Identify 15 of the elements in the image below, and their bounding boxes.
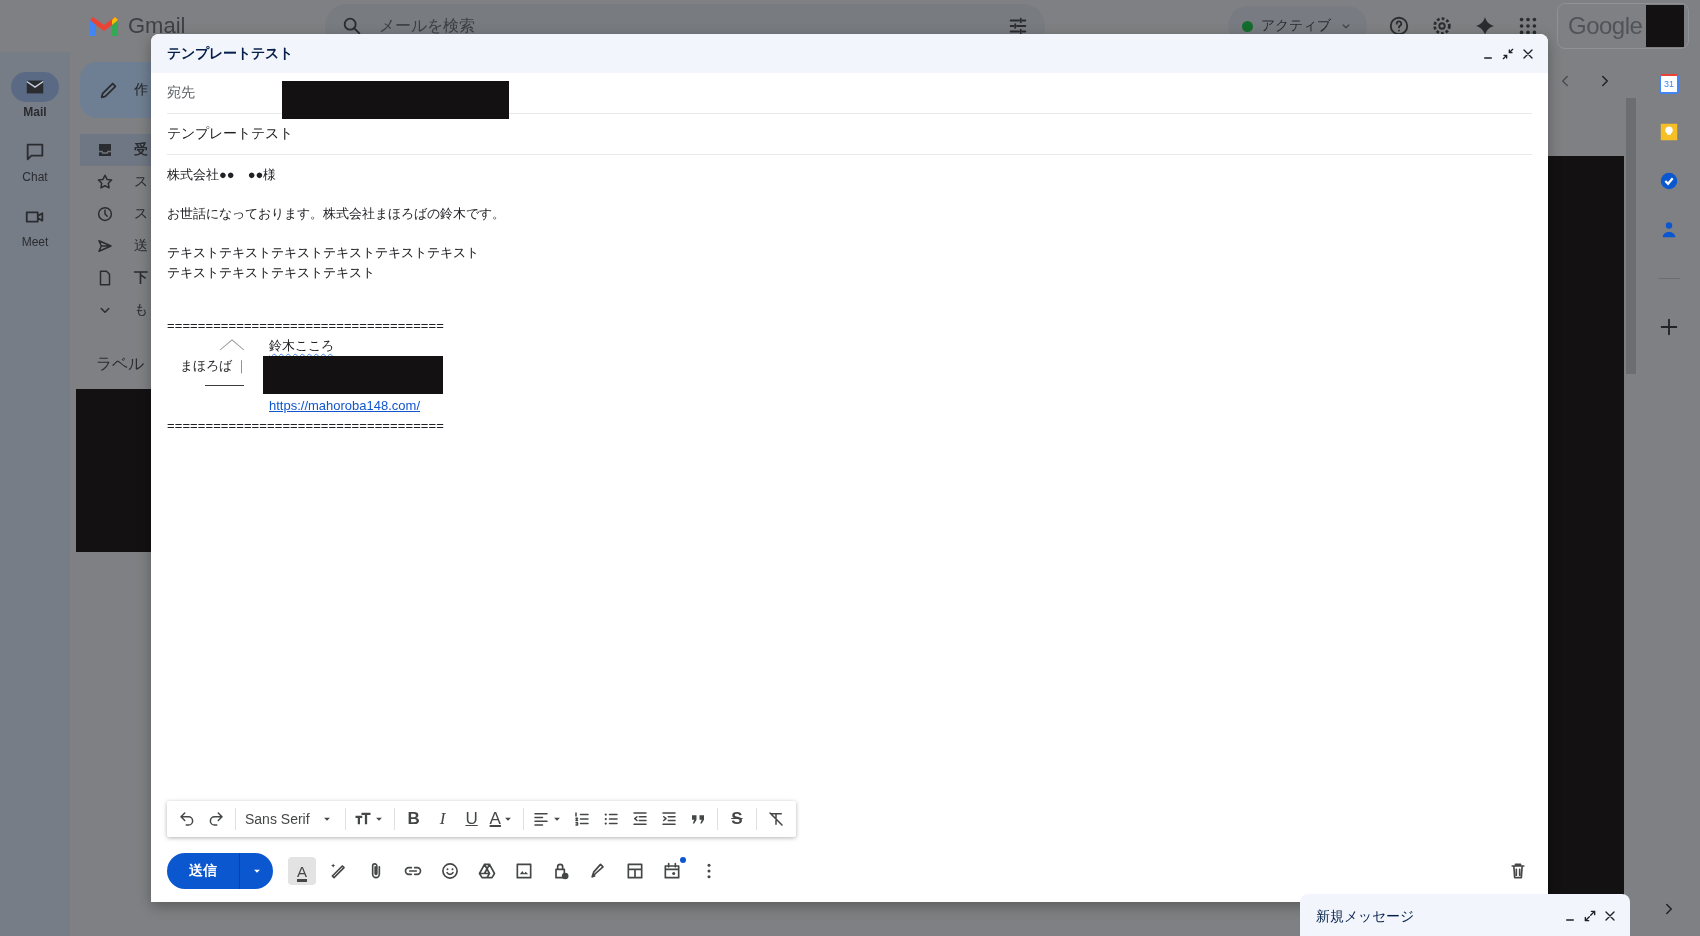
dash-text: ———: [205, 376, 244, 394]
gmail-wordmark: Gmail: [128, 13, 186, 39]
signature-rule: ====================================: [167, 417, 445, 435]
divider-text: ｜: [235, 357, 248, 376]
labels-heading: ラベル: [96, 354, 144, 374]
window-title: テンプレートテスト: [167, 44, 294, 63]
company-name: まほろば: [180, 357, 232, 375]
window-title: 新規メッセージ: [1316, 908, 1415, 926]
body-text: テキストテキストテキストテキストテキストテキスト: [167, 244, 480, 262]
signature-name: 鈴木こころ: [269, 337, 335, 355]
signature-rule: ====================================: [167, 317, 445, 335]
body-text: 株式会社●● ●●様: [167, 166, 278, 184]
body-text: お世話になっております。株式会社まほろばの鈴木です。: [167, 205, 506, 223]
to-label: 宛先: [167, 84, 195, 102]
body-text: テキストテキストテキストテキスト: [167, 264, 376, 282]
